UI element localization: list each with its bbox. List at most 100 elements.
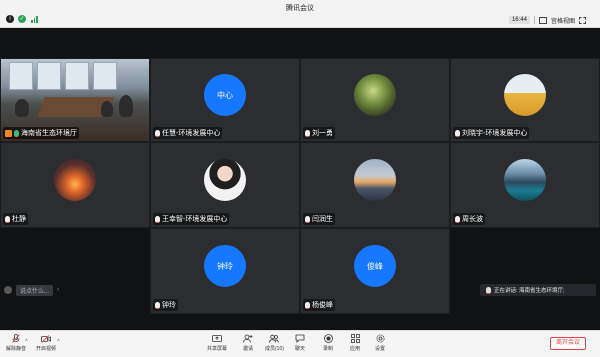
mic-icon <box>486 286 491 294</box>
avatar <box>504 73 546 116</box>
participant-tile[interactable]: 闫润生 <box>300 142 450 228</box>
avatar-initials: 钟玲 <box>217 261 233 271</box>
room-window <box>37 62 61 90</box>
participant-name: 王幸智-环境发展中心 <box>162 216 228 223</box>
video-label: 开启视频 <box>36 346 57 352</box>
participant-label: 刘一勇 <box>303 127 335 139</box>
participant-name: 周长波 <box>462 216 483 223</box>
participant-label: 海南省生态环境厅 <box>3 127 79 139</box>
record-button[interactable]: 录制 <box>323 334 333 352</box>
mic-muted-icon <box>11 334 21 343</box>
participant-name: 钟玲 <box>162 302 176 309</box>
settings-label: 设置 <box>375 346 386 352</box>
invite-user-icon <box>243 334 253 343</box>
chat-label: 聊天 <box>295 346 306 352</box>
share-screen-icon <box>212 334 222 343</box>
record-label: 录制 <box>323 346 334 352</box>
participant-name: 闫润生 <box>312 216 333 223</box>
apps-button[interactable]: 应用 <box>350 334 360 352</box>
invite-button[interactable]: 邀请 <box>243 334 253 352</box>
attendee-figure <box>119 95 133 117</box>
fullscreen-icon[interactable] <box>579 16 586 24</box>
speaking-indicator: 正在讲话: 海南省生态环境厅; <box>480 284 596 296</box>
avatar: 钟玲 <box>204 244 246 287</box>
participant-tile[interactable]: 钟玲 钟玲 <box>150 228 300 314</box>
members-button[interactable]: 成员(10) <box>265 334 284 352</box>
participant-tile[interactable]: 中心 任慧-环境发展中心 <box>150 58 300 142</box>
settings-button[interactable]: 设置 <box>375 334 385 352</box>
participant-tile[interactable]: 刘晓宇-环境发展中心 <box>450 58 600 142</box>
participant-label: 周长波 <box>453 213 485 225</box>
mic-muted-icon <box>155 301 160 309</box>
mic-muted-icon <box>305 215 310 223</box>
participant-tile[interactable]: 王幸智-环境发展中心 <box>150 142 300 228</box>
participant-tile[interactable]: 周长波 <box>450 142 600 228</box>
participant-tile-video[interactable]: 海南省生态环境厅 <box>0 58 150 142</box>
participant-label: 刘晓宇-环境发展中心 <box>453 127 530 139</box>
participant-tile[interactable]: 刘一勇 <box>300 58 450 142</box>
apps-grid-icon <box>350 334 360 343</box>
avatar <box>504 158 546 201</box>
chat-quick-input[interactable]: 说点什么... ‹ <box>4 284 59 296</box>
security-shield-icon[interactable]: ✓ <box>18 15 26 23</box>
participant-label: 王幸智-环境发展中心 <box>153 213 230 225</box>
chat-button[interactable]: 聊天 <box>295 334 305 352</box>
participant-name: 任慧-环境发展中心 <box>162 130 221 137</box>
avatar: 俊峰 <box>354 244 396 287</box>
participant-tile[interactable]: 俊峰 杨俊峰 <box>300 228 450 314</box>
participant-name: 海南省生态环境厅 <box>21 130 77 137</box>
participant-tile[interactable]: 杜静 <box>0 142 150 228</box>
chat-input[interactable]: 说点什么... <box>16 284 54 296</box>
invite-label: 邀请 <box>243 346 254 352</box>
participant-label: 钟玲 <box>153 299 178 311</box>
mic-muted-icon <box>155 129 160 137</box>
chat-icon <box>295 334 305 343</box>
room-window <box>9 62 33 90</box>
avatar <box>354 73 396 116</box>
speaking-text: 正在讲话: 海南省生态环境厅; <box>494 288 565 294</box>
meeting-timer: 16:44 <box>508 16 530 24</box>
share-screen-button[interactable]: 共享屏幕 <box>207 334 227 352</box>
view-mode-button[interactable]: 宫格视图 <box>551 16 575 25</box>
mic-muted-icon <box>5 215 10 223</box>
grid-view-icon[interactable] <box>538 16 547 24</box>
participant-name: 刘一勇 <box>312 130 333 137</box>
mic-muted-icon <box>155 215 160 223</box>
attendee-figure <box>15 99 29 117</box>
attendee-figure <box>101 101 113 117</box>
mute-label: 解除静音 <box>6 346 27 352</box>
mute-button[interactable]: 解除静音 <box>6 334 26 352</box>
avatar <box>204 158 246 201</box>
avatar <box>354 158 396 201</box>
mic-icon <box>14 129 19 137</box>
emoji-icon[interactable] <box>4 286 12 294</box>
participant-name: 杜静 <box>12 216 26 223</box>
avatar: 中心 <box>204 73 246 116</box>
apps-label: 应用 <box>350 346 361 352</box>
record-icon <box>323 334 333 343</box>
video-stage: 海南省生态环境厅 中心 任慧-环境发展中心 刘一勇 刘晓宇-环境发展中心 杜静 … <box>0 28 600 330</box>
divider <box>533 16 535 24</box>
mic-muted-icon <box>455 215 460 223</box>
chevron-up-icon[interactable]: ^ <box>25 339 28 345</box>
members-label: 成员(10) <box>265 346 284 352</box>
share-label: 共享屏幕 <box>207 346 228 352</box>
room-window <box>93 62 117 90</box>
titlebar-right: 16:44 宫格视图 <box>508 15 586 25</box>
host-icon <box>5 129 12 137</box>
mic-muted-icon <box>305 301 310 309</box>
members-icon <box>269 334 280 343</box>
mic-muted-icon <box>305 129 310 137</box>
leave-meeting-button[interactable]: 离开会议 <box>550 337 586 350</box>
info-icon[interactable]: i <box>6 15 14 23</box>
camera-off-icon <box>41 334 51 343</box>
participant-label: 任慧-环境发展中心 <box>153 127 223 139</box>
signal-icon <box>31 15 38 23</box>
participant-label: 杨俊峰 <box>303 299 335 311</box>
video-button[interactable]: 开启视频 <box>36 334 56 352</box>
chevron-up-icon[interactable]: ^ <box>57 339 60 345</box>
collapse-icon[interactable]: ‹ <box>57 287 59 293</box>
gear-icon <box>375 334 385 343</box>
participant-name: 刘晓宇-环境发展中心 <box>462 130 528 137</box>
avatar-initials: 中心 <box>217 90 233 100</box>
